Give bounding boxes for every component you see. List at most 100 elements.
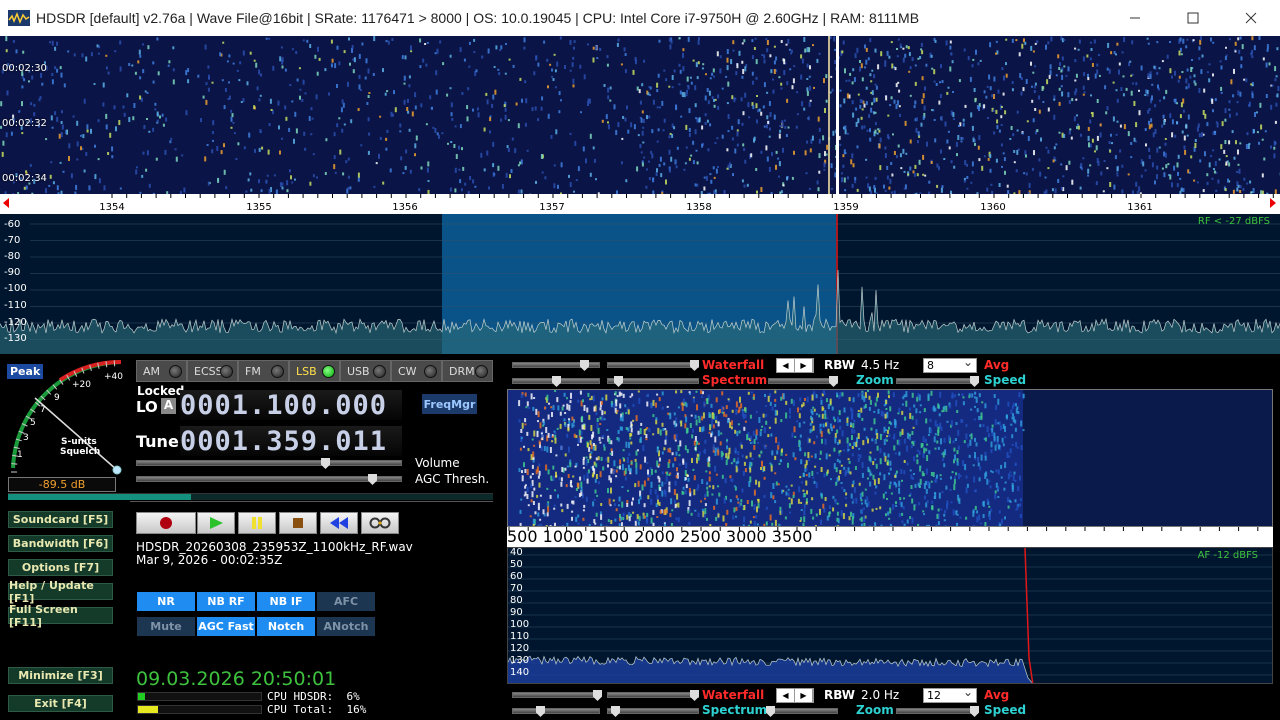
spectrum-label: Spectrum bbox=[702, 373, 768, 387]
slider-knob[interactable] bbox=[690, 690, 699, 701]
volume-slider[interactable] bbox=[136, 460, 402, 466]
lo-a-button[interactable]: A bbox=[161, 398, 176, 414]
af-db-label: 100 bbox=[510, 619, 530, 630]
avg-label: Avg bbox=[984, 358, 1010, 372]
smeter-scale-label: 7 bbox=[40, 405, 46, 415]
speed-slider[interactable] bbox=[896, 378, 978, 384]
smeter-scale-label: 3 bbox=[23, 433, 29, 443]
avg-select[interactable]: 8 bbox=[923, 355, 977, 373]
arrow-left-icon: ◀ bbox=[777, 359, 795, 372]
af-rbw-stepper[interactable]: ◀ ▶ bbox=[776, 688, 814, 703]
notch-button[interactable]: Notch bbox=[257, 617, 315, 636]
slider-knob[interactable] bbox=[766, 706, 775, 717]
s-units-label: S-units bbox=[61, 437, 97, 447]
agc-threshold-slider-knob[interactable] bbox=[368, 474, 377, 485]
nr-button[interactable]: NR bbox=[137, 592, 195, 611]
slider-knob[interactable] bbox=[593, 690, 602, 701]
anotch-button[interactable]: ANotch bbox=[317, 617, 375, 636]
af-zoom-slider[interactable] bbox=[768, 708, 838, 714]
window-title: HDSDR [default] v2.76a | Wave File@16bit… bbox=[36, 10, 920, 26]
volume-slider-knob[interactable] bbox=[321, 458, 330, 469]
mode-fm-button[interactable]: FM bbox=[238, 360, 289, 382]
soundcard-button[interactable]: Soundcard [F5] bbox=[8, 511, 113, 528]
af-avg-select[interactable]: 12 bbox=[923, 685, 977, 703]
db-label: -110 bbox=[4, 300, 27, 311]
af-spectrum-brightness-slider[interactable] bbox=[607, 708, 699, 714]
hdsdr-window: HDSDR [default] v2.76a | Wave File@16bit… bbox=[0, 0, 1280, 720]
slider-knob[interactable] bbox=[611, 706, 620, 717]
slider-knob[interactable] bbox=[536, 706, 545, 717]
stop-icon[interactable] bbox=[279, 512, 317, 534]
options-button[interactable]: Options [F7] bbox=[8, 559, 113, 576]
slider-knob[interactable] bbox=[580, 360, 589, 371]
loop-icon[interactable] bbox=[361, 512, 399, 534]
minimize-icon[interactable] bbox=[1106, 0, 1164, 36]
speed-label: Speed bbox=[984, 373, 1027, 387]
af-frequency-scale[interactable]: 500 1000 1500 2000 2500 3000 3500 bbox=[507, 527, 1273, 547]
nb-if-button[interactable]: NB IF bbox=[257, 592, 315, 611]
slider-knob[interactable] bbox=[970, 376, 979, 387]
locked-label: Locked bbox=[137, 384, 185, 398]
afc-button[interactable]: AFC bbox=[317, 592, 375, 611]
zoom-slider[interactable] bbox=[768, 378, 838, 384]
squelch-knob bbox=[112, 465, 122, 475]
rf-frequency-scale[interactable]: 1354 1355 1356 1357 1358 1359 1360 1361 bbox=[0, 194, 1280, 214]
rf-waterfall[interactable]: 00:02:30 00:02:32 00:02:34 bbox=[0, 36, 1280, 194]
clock-display: 09.03.2026 20:50:01 bbox=[136, 668, 337, 690]
tune-frequency-display[interactable]: 0001.359.011 bbox=[180, 426, 402, 457]
nb-rf-button[interactable]: NB RF bbox=[197, 592, 255, 611]
af-db-label: 120 bbox=[510, 643, 530, 654]
waterfall-brightness-slider[interactable] bbox=[607, 362, 699, 368]
rbw-stepper[interactable]: ◀ ▶ bbox=[776, 358, 814, 373]
mode-drm-button[interactable]: DRM bbox=[442, 360, 493, 382]
peak-button[interactable]: Peak bbox=[7, 364, 44, 379]
slider-knob[interactable] bbox=[829, 376, 838, 387]
close-icon[interactable] bbox=[1222, 0, 1280, 36]
af-db-label: 130 bbox=[510, 655, 530, 666]
af-waterfall-brightness-slider[interactable] bbox=[607, 692, 699, 698]
cpu-hdsdr-bar bbox=[137, 692, 262, 701]
slider-knob[interactable] bbox=[552, 376, 561, 387]
mode-am-button[interactable]: AM bbox=[136, 360, 187, 382]
record-icon[interactable] bbox=[136, 512, 196, 534]
agc-threshold-label: AGC Thresh. bbox=[415, 472, 490, 486]
agc-fast-button[interactable]: AGC Fast bbox=[197, 617, 255, 636]
af-speed-label: Speed bbox=[984, 703, 1027, 717]
maximize-icon[interactable] bbox=[1164, 0, 1222, 36]
scroll-right-icon bbox=[1270, 198, 1276, 208]
af-waterfall[interactable] bbox=[507, 389, 1273, 527]
mode-lsb-button[interactable]: LSB bbox=[289, 360, 340, 382]
af-spectrum-contrast-slider[interactable] bbox=[512, 708, 600, 714]
cpu-hdsdr-label: CPU HDSDR: 6% bbox=[267, 690, 360, 703]
af-spectrum[interactable]: 40 50 60 70 80 90 100 110 120 130 140 AF -12 dBFS bbox=[507, 547, 1273, 684]
rbw-value: 4.5 Hz bbox=[861, 358, 900, 372]
freq-tick-label: 1354 bbox=[99, 202, 125, 213]
full-screen-button[interactable]: Full Screen [F11] bbox=[8, 603, 113, 629]
freqmgr-button[interactable]: FreqMgr bbox=[422, 394, 477, 414]
minimize-button[interactable]: Minimize [F3] bbox=[8, 667, 113, 684]
slider-knob[interactable] bbox=[690, 360, 699, 371]
mute-button[interactable]: Mute bbox=[137, 617, 195, 636]
db-label: -90 bbox=[4, 267, 21, 278]
pause-icon[interactable] bbox=[238, 512, 276, 534]
freq-tick-label: 1360 bbox=[980, 202, 1006, 213]
tune-label: Tune bbox=[136, 432, 179, 451]
lo-frequency-display[interactable]: 0001.100.000 bbox=[180, 390, 402, 421]
db-label: -120 bbox=[4, 317, 27, 328]
help-update-button[interactable]: Help / Update [F1] bbox=[8, 579, 113, 605]
rf-spectrum[interactable]: -60 -70 -80 -90 -100 -110 -120 -130 RF <… bbox=[0, 214, 1280, 354]
slider-knob[interactable] bbox=[614, 376, 623, 387]
mode-ecss-button[interactable]: ECSS bbox=[187, 360, 238, 382]
db-label: -130 bbox=[4, 333, 27, 344]
exit-button[interactable]: Exit [F4] bbox=[8, 695, 113, 712]
af-speed-slider[interactable] bbox=[896, 708, 978, 714]
rewind-icon[interactable] bbox=[320, 512, 358, 534]
af-waterfall-contrast-slider[interactable] bbox=[512, 692, 600, 698]
slider-knob[interactable] bbox=[970, 706, 979, 717]
mode-cw-button[interactable]: CW bbox=[391, 360, 442, 382]
agc-threshold-slider[interactable] bbox=[136, 476, 402, 482]
freq-tick-label: 1361 bbox=[1127, 202, 1153, 213]
play-icon[interactable] bbox=[197, 512, 235, 534]
bandwidth-button[interactable]: Bandwidth [F6] bbox=[8, 535, 113, 552]
mode-usb-button[interactable]: USB bbox=[340, 360, 391, 382]
